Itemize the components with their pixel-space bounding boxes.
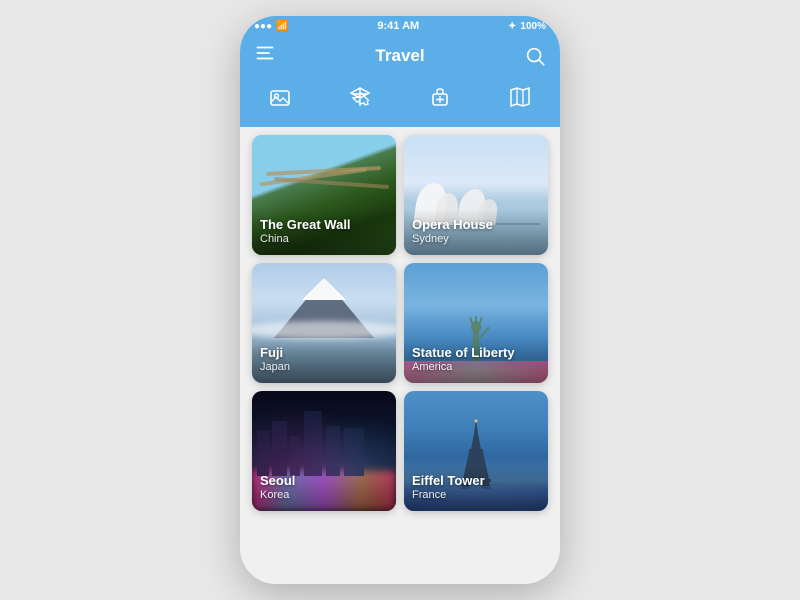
status-left: ●●● 📶: [254, 21, 289, 32]
card-seoul[interactable]: Seoul Korea: [252, 391, 396, 511]
fuji-snow: [302, 278, 346, 300]
card-subtitle-great-wall: China: [260, 233, 388, 245]
phone-frame: ●●● 📶 9:41 AM ✦ 100% Travel: [240, 16, 560, 584]
wifi-icon: 📶: [276, 21, 288, 32]
status-bar: ●●● 📶 9:41 AM ✦ 100%: [240, 16, 560, 36]
card-overlay-great-wall: The Great Wall China: [252, 209, 396, 255]
nav-tabs: [240, 77, 560, 127]
tab-map[interactable]: [500, 83, 540, 117]
card-overlay-opera: Opera House Sydney: [404, 209, 548, 255]
card-overlay-eiffel: Eiffel Tower France: [404, 465, 548, 511]
card-opera-house[interactable]: Opera House Sydney: [404, 135, 548, 255]
card-subtitle-seoul: Korea: [260, 489, 388, 501]
destination-grid: The Great Wall China Opera House Sydney: [252, 135, 548, 511]
luggage-icon: [428, 85, 452, 109]
card-subtitle-opera: Sydney: [412, 233, 540, 245]
card-overlay-fuji: Fuji Japan: [252, 337, 396, 383]
app-header: Travel: [240, 36, 560, 77]
plane-icon: [348, 85, 372, 109]
menu-icon: [254, 42, 276, 64]
page-title: Travel: [375, 46, 424, 66]
content-area: The Great Wall China Opera House Sydney: [240, 127, 560, 584]
signal-icon: ●●●: [254, 21, 272, 32]
card-title-opera: Opera House: [412, 217, 540, 233]
search-icon: [524, 45, 546, 67]
status-time: 9:41 AM: [377, 20, 419, 32]
fuji-mist: [252, 321, 396, 339]
map-icon: [508, 85, 532, 109]
card-title-eiffel: Eiffel Tower: [412, 473, 540, 489]
status-right: ✦ 100%: [508, 21, 546, 32]
bluetooth-icon: ✦: [508, 21, 516, 32]
card-statue[interactable]: Statue of Liberty America: [404, 263, 548, 383]
card-fuji[interactable]: Fuji Japan: [252, 263, 396, 383]
card-title-fuji: Fuji: [260, 345, 388, 361]
card-subtitle-eiffel: France: [412, 489, 540, 501]
card-title-statue: Statue of Liberty: [412, 345, 540, 361]
crown-spike-2: [475, 316, 477, 323]
card-overlay-statue: Statue of Liberty America: [404, 337, 548, 383]
card-title-great-wall: The Great Wall: [260, 217, 388, 233]
card-overlay-seoul: Seoul Korea: [252, 465, 396, 511]
card-subtitle-statue: America: [412, 361, 540, 373]
card-title-seoul: Seoul: [260, 473, 388, 489]
search-button[interactable]: [524, 45, 546, 67]
card-eiffel[interactable]: Eiffel Tower France: [404, 391, 548, 511]
battery-label: 100%: [520, 21, 546, 32]
menu-button[interactable]: [254, 42, 276, 69]
photos-icon: [268, 85, 292, 109]
card-subtitle-fuji: Japan: [260, 361, 388, 373]
tab-photos[interactable]: [260, 83, 300, 117]
tab-flights[interactable]: [340, 83, 380, 117]
tab-luggage[interactable]: [420, 83, 460, 117]
card-great-wall[interactable]: The Great Wall China: [252, 135, 396, 255]
